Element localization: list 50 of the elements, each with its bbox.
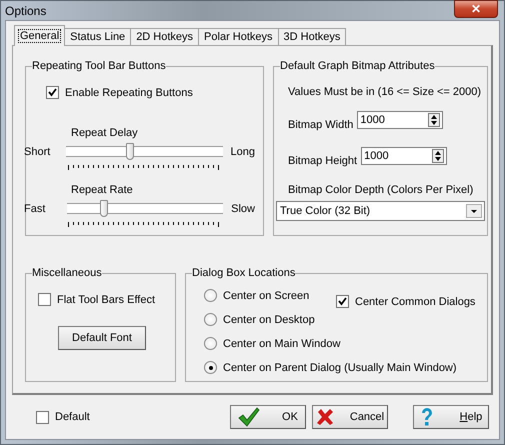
spin-arrows-icon[interactable]	[428, 113, 440, 127]
checkbox-label: Enable Repeating Buttons	[65, 86, 193, 98]
radio-button[interactable]	[204, 313, 217, 326]
spin-field[interactable]: 1000	[357, 111, 444, 129]
slider-title: Repeat Rate	[71, 184, 133, 196]
help-button[interactable]: Help	[413, 405, 489, 429]
group-title: Default Graph Bitmap Attributes	[280, 60, 435, 72]
group-title: Miscellaneous	[32, 267, 102, 279]
radio-label: Center on Desktop	[223, 314, 315, 326]
checkbox[interactable]	[38, 293, 51, 306]
slider-max-label: Slow	[231, 202, 255, 214]
group-title: Repeating Tool Bar Buttons	[32, 60, 166, 72]
spin-arrows-icon[interactable]	[432, 149, 444, 163]
question-mark-icon	[420, 407, 434, 427]
slider-title: Repeat Delay	[71, 127, 138, 139]
cross-icon	[316, 408, 334, 426]
slider-track[interactable]	[66, 143, 223, 160]
cancel-button[interactable]: Cancel	[312, 405, 388, 429]
checkbox[interactable]	[46, 86, 59, 99]
ok-button[interactable]: OK	[230, 405, 306, 429]
range-note: Values Must be in (16 <= Size <= 2000)	[288, 86, 479, 98]
slider-max-label: Long	[230, 146, 255, 158]
slider-min-label: Fast	[24, 202, 46, 214]
slider-min-label: Short	[24, 146, 52, 158]
spin-field[interactable]: 1000	[361, 147, 448, 165]
checkbox-label: Center Common Dialogs	[355, 296, 476, 308]
close-button[interactable]: ✕	[454, 0, 498, 18]
radio-label: Center on Main Window	[223, 338, 340, 350]
group-title: Dialog Box Locations	[192, 267, 296, 279]
checkbox-label: Default	[55, 411, 90, 423]
radio-button[interactable]	[204, 289, 217, 302]
slider-thumb[interactable]	[126, 143, 134, 160]
window-title: Options	[5, 4, 46, 18]
radio-button[interactable]	[204, 337, 217, 350]
radio-button[interactable]	[204, 361, 217, 374]
slider-track[interactable]	[66, 200, 224, 217]
slider-thumb[interactable]	[100, 200, 108, 217]
checkbox-label: Flat Tool Bars Effect	[57, 294, 156, 306]
checkmark-icon	[238, 407, 260, 427]
tab[interactable]: 3D Hotkeys	[278, 28, 346, 46]
checkbox[interactable]	[336, 295, 349, 308]
default-font-button[interactable]: Default Font	[58, 326, 146, 350]
field-label: Bitmap Height	[288, 155, 358, 167]
field-label: Bitmap Width	[288, 119, 354, 131]
depth-label: Bitmap Color Depth (Colors Per Pixel)	[288, 184, 474, 196]
checkbox[interactable]	[36, 410, 49, 424]
tab[interactable]: General	[14, 25, 66, 46]
dropdown[interactable]: True Color (32 Bit)	[276, 201, 485, 221]
radio-label: Center on Parent Dialog (Usually Main Window)	[223, 362, 457, 374]
radio-label: Center on Screen	[223, 290, 310, 302]
